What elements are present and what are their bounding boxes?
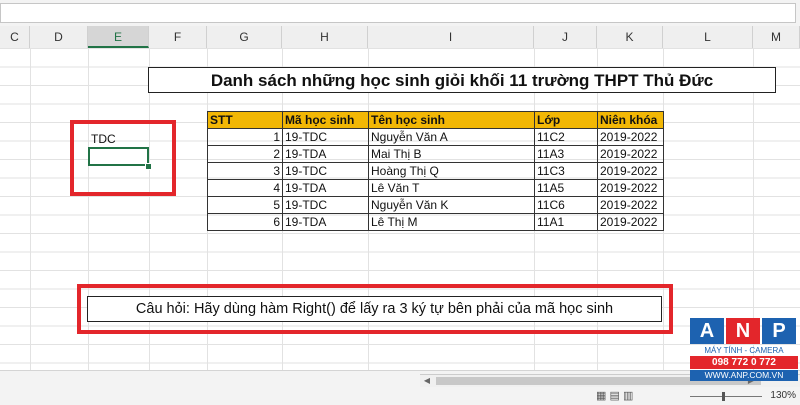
cell-stt[interactable]: 1 <box>207 128 283 146</box>
cell-ma-hoc-sinh[interactable]: 19-TDA <box>282 213 369 231</box>
cell-ten-hoc-sinh[interactable]: Lê Thị M <box>368 213 535 231</box>
header-ma-hoc-sinh: Mã học sinh <box>282 111 369 129</box>
column-header-i[interactable]: I <box>368 26 534 48</box>
cell-lop[interactable]: 11C6 <box>534 196 598 214</box>
cell-nien-khoa[interactable]: 2019-2022 <box>597 145 664 163</box>
zoom-slider-knob[interactable] <box>722 392 725 401</box>
cell-stt[interactable]: 6 <box>207 213 283 231</box>
column-header-j[interactable]: J <box>534 26 597 48</box>
table-header-row: STT Mã học sinh Tên học sinh Lớp Niên kh… <box>207 111 664 129</box>
page-break-icon[interactable]: ▥ <box>623 390 633 402</box>
zoom-slider[interactable] <box>690 396 762 397</box>
student-table: STT Mã học sinh Tên học sinh Lớp Niên kh… <box>207 111 664 231</box>
column-header-d[interactable]: D <box>30 26 88 48</box>
cell-nien-khoa[interactable]: 2019-2022 <box>597 179 664 197</box>
table-row: 5 19-TDC Nguyễn Văn K 11C6 2019-2022 <box>207 196 664 214</box>
table-row: 3 19-TDC Hoàng Thị Q 11C3 2019-2022 <box>207 162 664 180</box>
cell-nien-khoa[interactable]: 2019-2022 <box>597 196 664 214</box>
logo-phone: 098 772 0 772 <box>690 356 798 369</box>
table-row: 2 19-TDA Mai Thị B 11A3 2019-2022 <box>207 145 664 163</box>
active-cell[interactable] <box>88 147 149 166</box>
column-header-k[interactable]: K <box>597 26 663 48</box>
cell-lop[interactable]: 11A1 <box>534 213 598 231</box>
header-lop: Lớp <box>534 111 598 129</box>
column-header-h[interactable]: H <box>282 26 368 48</box>
cell-ma-hoc-sinh[interactable]: 19-TDA <box>282 145 369 163</box>
column-headers: C D E F G H I J K L M <box>0 26 800 49</box>
fill-handle[interactable] <box>145 163 152 170</box>
column-header-c[interactable]: C <box>0 26 30 48</box>
cell-ten-hoc-sinh[interactable]: Mai Thị B <box>368 145 535 163</box>
column-header-f[interactable]: F <box>149 26 207 48</box>
cell-stt[interactable]: 2 <box>207 145 283 163</box>
header-ten-hoc-sinh: Tên học sinh <box>368 111 535 129</box>
cell-ma-hoc-sinh[interactable]: 19-TDA <box>282 179 369 197</box>
logo-letter: A <box>690 318 724 344</box>
table-row: 1 19-TDC Nguyễn Văn A 11C2 2019-2022 <box>207 128 664 146</box>
header-stt: STT <box>207 111 283 129</box>
cell-lop[interactable]: 11A3 <box>534 145 598 163</box>
cell-ten-hoc-sinh[interactable]: Lê Văn T <box>368 179 535 197</box>
logo-letters: A N P <box>690 318 798 344</box>
cell-stt[interactable]: 4 <box>207 179 283 197</box>
header-nien-khoa: Niên khóa <box>597 111 664 129</box>
sheet-title: Danh sách những học sinh giỏi khối 11 tr… <box>148 67 776 93</box>
cell-lop[interactable]: 11C3 <box>534 162 598 180</box>
table-row: 4 19-TDA Lê Văn T 11A5 2019-2022 <box>207 179 664 197</box>
page-layout-icon[interactable]: ▤ <box>609 390 619 402</box>
cell-stt[interactable]: 5 <box>207 196 283 214</box>
cell-ten-hoc-sinh[interactable]: Nguyễn Văn A <box>368 128 535 146</box>
anp-logo: A N P MÁY TÍNH - CAMERA 098 772 0 772 WW… <box>690 318 798 381</box>
view-icons: ▦ ▤ ▥ <box>596 389 633 402</box>
logo-tagline: MÁY TÍNH - CAMERA <box>704 346 784 355</box>
cell-e-value[interactable]: TDC <box>91 132 116 146</box>
cell-ma-hoc-sinh[interactable]: 19-TDC <box>282 128 369 146</box>
cell-lop[interactable]: 11C2 <box>534 128 598 146</box>
zoom-level[interactable]: 130% <box>770 390 796 401</box>
column-header-l[interactable]: L <box>663 26 753 48</box>
cell-lop[interactable]: 11A5 <box>534 179 598 197</box>
grid-line <box>30 48 31 370</box>
cell-ten-hoc-sinh[interactable]: Nguyễn Văn K <box>368 196 535 214</box>
normal-view-icon[interactable]: ▦ <box>596 390 606 402</box>
cell-nien-khoa[interactable]: 2019-2022 <box>597 128 664 146</box>
scroll-left-icon[interactable]: ◀ <box>422 376 432 386</box>
cell-ten-hoc-sinh[interactable]: Hoàng Thị Q <box>368 162 535 180</box>
formula-input[interactable] <box>0 3 796 23</box>
formula-bar <box>0 0 800 27</box>
question-text: Câu hỏi: Hãy dùng hàm Right() để lấy ra … <box>87 296 662 322</box>
cell-ma-hoc-sinh[interactable]: 19-TDC <box>282 162 369 180</box>
status-bar <box>0 389 800 404</box>
cell-stt[interactable]: 3 <box>207 162 283 180</box>
table-row: 6 19-TDA Lê Thị M 11A1 2019-2022 <box>207 213 664 231</box>
cell-nien-khoa[interactable]: 2019-2022 <box>597 162 664 180</box>
column-header-e[interactable]: E <box>88 26 149 48</box>
logo-letter: N <box>726 318 760 344</box>
cell-nien-khoa[interactable]: 2019-2022 <box>597 213 664 231</box>
logo-letter: P <box>762 318 796 344</box>
column-header-m[interactable]: M <box>753 26 800 48</box>
cell-ma-hoc-sinh[interactable]: 19-TDC <box>282 196 369 214</box>
column-header-g[interactable]: G <box>207 26 282 48</box>
logo-website: WWW.ANP.COM.VN <box>690 370 798 381</box>
